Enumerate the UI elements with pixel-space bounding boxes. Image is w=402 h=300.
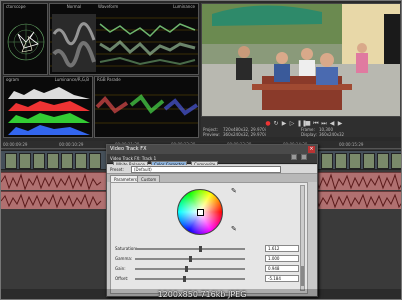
clip-thumbnail[interactable] <box>75 153 87 169</box>
saturation-param: Saturation: 1.612 <box>115 245 305 252</box>
slider-knob[interactable] <box>183 276 187 282</box>
dialog-title: Video Track FX <box>107 145 317 154</box>
clip-thumbnail[interactable] <box>363 153 375 169</box>
plugin-chain-icon[interactable] <box>291 154 297 160</box>
clip-thumbnail[interactable] <box>33 153 45 169</box>
ruler-tick: 00:00:15:29 <box>339 142 364 147</box>
preset-label: Preset: <box>110 167 124 172</box>
clip-thumbnail[interactable] <box>19 153 31 169</box>
eyedropper-icon[interactable]: ✎ <box>231 225 237 233</box>
vectorscope-graph <box>7 23 45 61</box>
dialog-tabs: Parameters Custom <box>107 174 317 182</box>
preview-image <box>202 4 400 116</box>
clip-thumbnail[interactable] <box>5 153 17 169</box>
preview-label: Preview: <box>203 132 220 137</box>
preview-value: 360x240x32, 29.970i <box>223 132 266 137</box>
play-button[interactable]: ▶ <box>281 121 287 127</box>
slider-knob[interactable] <box>188 256 192 262</box>
preset-select[interactable]: (Default) <box>131 166 281 173</box>
rgb-parade-graph <box>95 94 198 124</box>
video-preview[interactable] <box>201 3 401 117</box>
tab-custom[interactable]: Custom <box>137 175 161 182</box>
color-wheel-handle[interactable] <box>197 209 204 216</box>
offset-slider[interactable] <box>135 276 245 282</box>
clip-thumbnail[interactable] <box>391 153 401 169</box>
display-label: Display: <box>301 132 317 137</box>
close-icon[interactable]: × <box>308 146 315 153</box>
clip-thumbnail[interactable] <box>89 153 101 169</box>
gain-label: Gain: <box>115 266 126 271</box>
histogram-graph <box>8 87 90 135</box>
saturation-value[interactable]: 1.612 <box>265 245 299 252</box>
offset-label: Offset: <box>115 276 129 281</box>
clip-thumbnail[interactable] <box>61 153 73 169</box>
ruler-tick: 00:00:10:29 <box>59 142 84 147</box>
image-caption: 1200x850 716kb JPEG <box>1 289 401 299</box>
preset-row: Preset: (Default) <box>107 165 317 174</box>
clip-thumbnail[interactable] <box>47 153 59 169</box>
play-from-start-button[interactable]: ▷ <box>289 121 295 127</box>
gain-slider[interactable] <box>135 266 245 272</box>
saturation-slider[interactable] <box>135 246 245 252</box>
next-frame-button[interactable]: ▶ <box>337 121 343 127</box>
clip-thumbnail[interactable] <box>335 153 347 169</box>
scrollbar-thumb[interactable] <box>301 266 304 286</box>
caption-text: 1200x850 716kb JPEG <box>157 290 247 299</box>
offset-param: Offset: -5.184 <box>115 275 305 282</box>
gain-param: Gain: 0.948 <box>115 265 305 272</box>
waveform-graph <box>50 14 198 72</box>
slider-knob[interactable] <box>185 266 189 272</box>
color-wheel-area <box>173 187 231 239</box>
rgb-parade-panel: RGB Parade <box>94 76 199 138</box>
eyedropper-icon[interactable]: ✎ <box>231 187 237 195</box>
gamma-param: Gamma: 1.000 <box>115 255 305 262</box>
fx-plugins-bar: White Balance Color Corrector Composite <box>107 154 317 167</box>
parameters-panel: ✎ ✎ Saturation: 1.612 Gamma: 1.000 Gain:… <box>110 182 308 294</box>
bypass-icon[interactable] <box>301 154 307 160</box>
saturation-label: Saturation: <box>115 246 138 251</box>
loop-button[interactable]: ↻ <box>273 121 279 127</box>
video-track-fx-dialog: Video Track FX × Video Track FX: Track 1… <box>106 144 318 297</box>
display-value: 360x240x32 <box>319 132 345 137</box>
transport-bar: ● ↻ ▶ ▷ ❚❚ ■ ⏮ ⏭ ◀ ▶ Project: 720x480x32… <box>201 117 401 137</box>
histogram-panel: ogram Luminance/R,G,B <box>3 76 93 138</box>
waveform-panel: Normal Waveform Luminance <box>49 3 199 75</box>
vectorscope-panel: ctorscope <box>3 3 48 75</box>
clip-thumbnail[interactable] <box>349 153 361 169</box>
clip-thumbnail[interactable] <box>321 153 333 169</box>
ruler-tick: 00:00:09:29 <box>3 142 28 147</box>
panel-scrollbar[interactable] <box>300 185 305 291</box>
slider-knob[interactable] <box>199 246 203 252</box>
gamma-label: Gamma: <box>115 256 133 261</box>
gain-value[interactable]: 0.948 <box>265 265 299 272</box>
record-button[interactable]: ● <box>265 121 271 127</box>
gamma-slider[interactable] <box>135 256 245 262</box>
clip-thumbnail[interactable] <box>377 153 389 169</box>
offset-value[interactable]: -5.184 <box>265 275 299 282</box>
gamma-value[interactable]: 1.000 <box>265 255 299 262</box>
editor-window: ctorscope Normal Waveform Luminance ogra… <box>0 0 402 300</box>
